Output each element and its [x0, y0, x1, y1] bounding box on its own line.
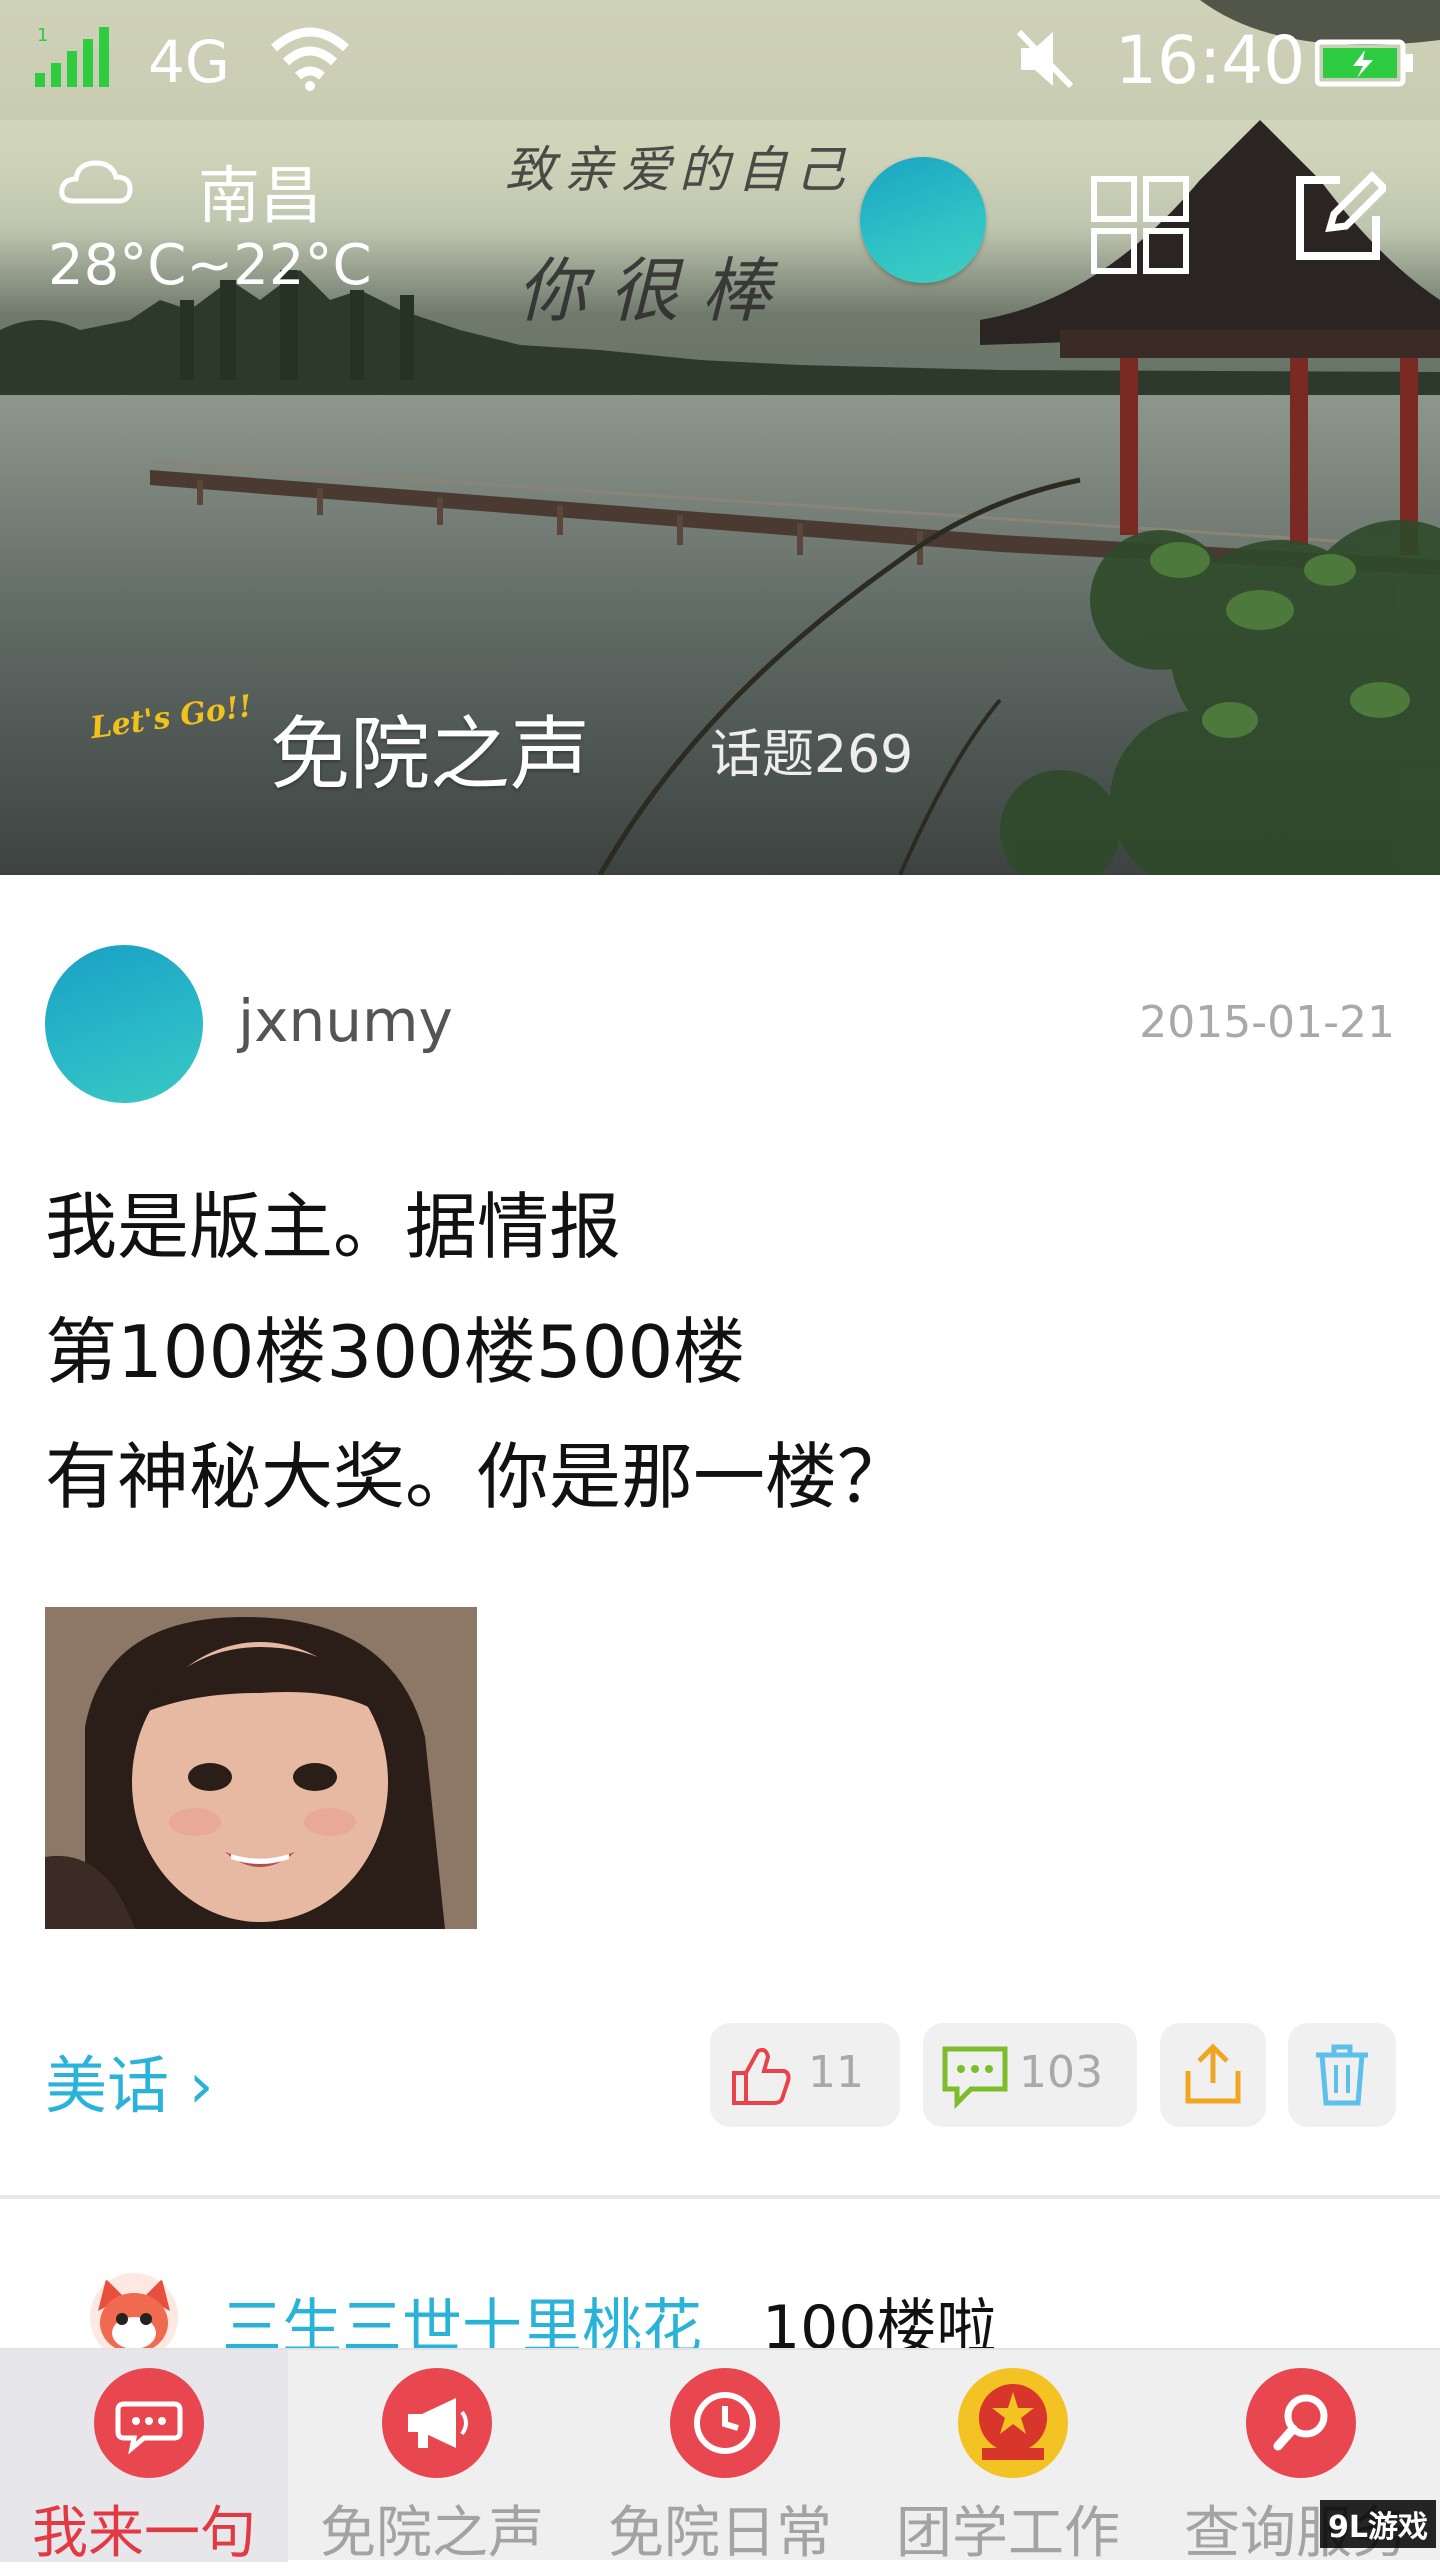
- chat-icon: [94, 2368, 204, 2478]
- post-content: 我是版主。据情报 第100楼300楼500楼 有神秘大奖。你是那一楼？: [45, 1165, 909, 1540]
- tab-daily[interactable]: 免院日常: [576, 2350, 864, 2566]
- tab-forum-voice[interactable]: 免院之声: [288, 2350, 576, 2566]
- network-type: 4G: [148, 28, 230, 96]
- post-content-line: 我是版主。据情报: [45, 1185, 622, 1269]
- header-banner: 1 4G 16:40 南昌 28°C~22°C 致亲爱的自己 你很棒 Let's…: [0, 0, 1440, 875]
- share-icon: [1185, 2043, 1241, 2104]
- trash-icon: [1316, 2044, 1368, 2106]
- tab-label: 免院日常: [608, 2501, 832, 2566]
- share-button[interactable]: [1160, 2023, 1266, 2127]
- site-watermark: 9L游戏: [1320, 2500, 1436, 2548]
- reply-preview[interactable]: 三生三世十里桃花 100楼啦: [0, 2199, 1440, 2363]
- compose-edit-icon[interactable]: [1290, 170, 1386, 266]
- like-count: 11: [808, 2047, 864, 2098]
- user-avatar-button[interactable]: [860, 157, 986, 283]
- topic-tag-link[interactable]: 美话 ›: [45, 2035, 214, 2125]
- emblem-icon: [958, 2368, 1068, 2478]
- search-icon: [1246, 2368, 1356, 2478]
- child-photo-image: [45, 1607, 477, 1929]
- mute-icon: [1016, 29, 1074, 89]
- bottom-navigation: 我来一句 免院之声 免院日常 团学工作 查询服务: [0, 2348, 1440, 2566]
- tab-label: 我来一句: [32, 2501, 256, 2566]
- svg-text:1: 1: [37, 25, 48, 46]
- post-content-line: 第100楼300楼500楼: [45, 1310, 746, 1394]
- calligraphy-line-1: 致亲爱的自己: [505, 141, 853, 199]
- post-card: jxnumy 2015-01-21 我是版主。据情报 第100楼300楼500楼…: [0, 875, 1440, 2195]
- forum-title: 免院之声: [270, 708, 590, 801]
- comment-button[interactable]: 103: [923, 2023, 1137, 2127]
- calligraphy-line-2: 你很棒: [517, 250, 793, 332]
- like-button[interactable]: 11: [710, 2023, 900, 2127]
- tab-label: 免院之声: [320, 2501, 544, 2566]
- thumbs-up-icon: [732, 2047, 791, 2105]
- weather-city: 南昌: [198, 159, 323, 232]
- post-date: 2015-01-21: [1139, 997, 1395, 1048]
- signal-icon: 1: [35, 25, 109, 87]
- clock-icon: [670, 2368, 780, 2478]
- weather-temperature: 28°C~22°C: [48, 233, 372, 298]
- tab-youth-league[interactable]: 团学工作: [864, 2350, 1152, 2566]
- cloud-icon: [59, 160, 133, 204]
- delete-button[interactable]: [1288, 2023, 1396, 2127]
- wifi-icon: [271, 27, 349, 91]
- battery-icon: [1315, 39, 1413, 87]
- topics-count: 话题269: [710, 725, 914, 785]
- tab-label: 团学工作: [896, 2501, 1120, 2566]
- banner-calligraphy: 致亲爱的自己 你很棒: [505, 130, 853, 332]
- post-author-avatar[interactable]: [45, 945, 203, 1103]
- status-bar: 1 4G 16:40: [0, 0, 1440, 125]
- clock: 16:40: [1115, 22, 1306, 99]
- comment-icon: [942, 2046, 1008, 2109]
- grid-menu-icon[interactable]: [1090, 175, 1190, 275]
- comment-count: 103: [1019, 2047, 1103, 2098]
- post-content-line: 有神秘大奖。你是那一楼？: [45, 1435, 910, 1519]
- tab-say-something[interactable]: 我来一句: [0, 2350, 288, 2566]
- post-photo[interactable]: [45, 1607, 477, 1929]
- post-author-name[interactable]: jxnumy: [238, 987, 453, 1055]
- megaphone-icon: [382, 2368, 492, 2478]
